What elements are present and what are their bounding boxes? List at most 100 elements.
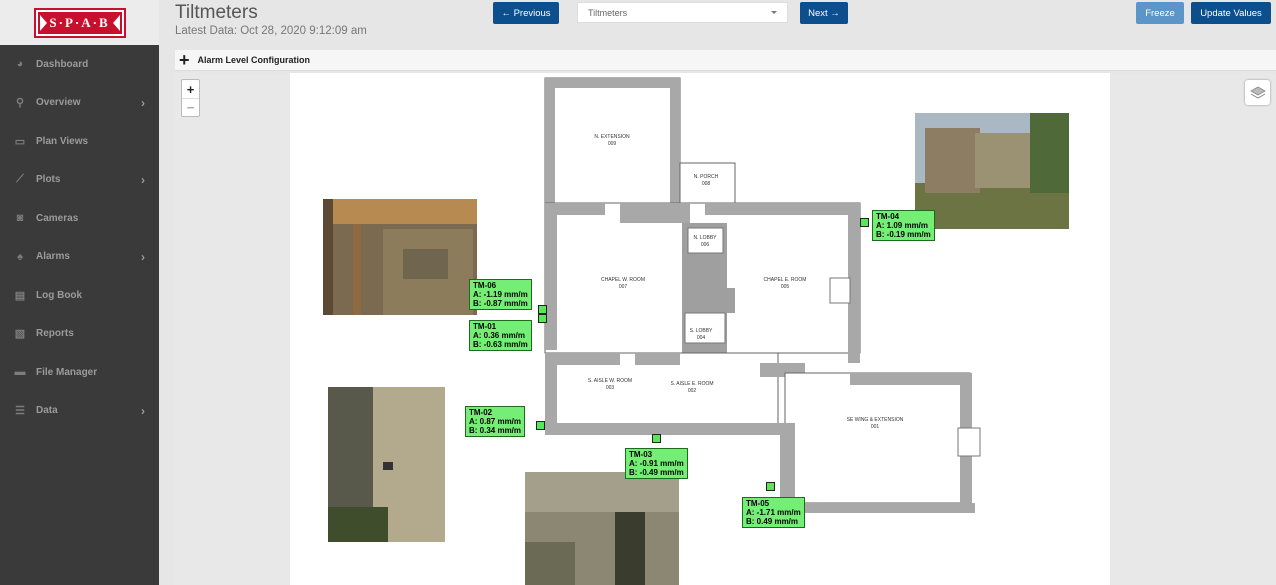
sensor-marker-tm-05[interactable] [766, 482, 775, 491]
sensor-id: TM-02 [469, 408, 493, 417]
sidebar-item-plan-views[interactable]: ▭ Plan Views [0, 122, 159, 161]
sidebar-item-data[interactable]: ☰ Data › [0, 392, 159, 431]
sidebar: S·P·A·B ◕ Dashboard ⚲ Overview › ▭ Plan … [0, 0, 159, 585]
overview-icon: ⚲ [15, 97, 25, 110]
zoom-in-button[interactable]: + [182, 80, 199, 98]
sensor-label-tm-04[interactable]: TM-04 A: 1.09 mm/m B: -0.19 mm/m [872, 210, 935, 241]
sensor-value-b: B: -0.19 mm/m [876, 230, 931, 239]
spab-logo[interactable]: S·P·A·B [33, 7, 126, 38]
sensor-value-a: A: -1.19 mm/m [473, 290, 528, 299]
layers-icon [1249, 86, 1266, 99]
bell-icon: ♠ [17, 250, 23, 263]
sidebar-item-label: Alarms [36, 251, 70, 263]
sidebar-item-label: Overview [36, 97, 81, 109]
next-button[interactable]: Next → [800, 2, 848, 24]
site-photo-image [915, 113, 1069, 229]
zoom-out-button[interactable]: − [182, 98, 199, 116]
layers-button[interactable] [1245, 80, 1270, 105]
sidebar-item-label: File Manager [36, 366, 98, 378]
sensor-label-tm-03[interactable]: TM-03 A: -0.91 mm/m B: -0.49 mm/m [625, 448, 688, 479]
room-label-chapel-e: CHAPEL E. ROOM [764, 277, 807, 283]
sensor-id: TM-04 [876, 212, 900, 221]
room-label-s-aisle-e: S. AISLE E. ROOM [670, 381, 713, 387]
sensor-value-b: B: -0.63 mm/m [473, 340, 528, 349]
room-number: 004 [697, 335, 706, 341]
sensor-id: TM-03 [629, 450, 653, 459]
database-icon: ☰ [15, 405, 25, 418]
sensor-marker-tm-01[interactable] [538, 314, 547, 323]
map-view[interactable]: N. EXTENSION 009 N. PORCH 008 N. LOBBY 0… [175, 73, 1276, 585]
site-photo-image [525, 472, 679, 585]
sensor-value-a: A: 0.36 mm/m [473, 331, 526, 340]
sidebar-item-label: Reports [36, 328, 74, 340]
site-photo-tm-04[interactable] [915, 113, 1069, 229]
update-values-button[interactable]: Update Values [1191, 2, 1271, 24]
room-number: 005 [781, 284, 790, 290]
sidebar-item-label: Log Book [36, 289, 83, 301]
sidebar-item-label: Plan Views [36, 135, 89, 147]
site-photo-tm-02[interactable] [328, 387, 445, 542]
sensor-marker-tm-04[interactable] [860, 218, 869, 227]
alarm-config-bar[interactable]: + Alarm Level Configuration [175, 50, 1276, 71]
site-photo-image [323, 199, 477, 315]
sensor-label-tm-02[interactable]: TM-02 A: 0.87 mm/m B: 0.34 mm/m [465, 406, 526, 437]
sidebar-item-file-manager[interactable]: ▬ File Manager [0, 353, 159, 392]
site-photo-image [328, 387, 445, 542]
zoom-control: + − [181, 79, 200, 117]
sensor-marker-tm-03[interactable] [652, 434, 661, 443]
sidebar-item-log-book[interactable]: ▤ Log Book [0, 276, 159, 315]
header: Tiltmeters Latest Data: Oct 28, 2020 9:1… [159, 0, 1276, 48]
room-number: 009 [608, 141, 617, 147]
sidebar-item-dashboard[interactable]: ◕ Dashboard [0, 45, 159, 84]
room-number: 002 [688, 388, 697, 394]
sensor-marker-tm-02[interactable] [536, 421, 545, 430]
sidebar-item-cameras[interactable]: ◙ Cameras [0, 199, 159, 238]
freeze-button[interactable]: Freeze [1136, 2, 1184, 24]
sidebar-item-reports[interactable]: ▧ Reports [0, 315, 159, 354]
view-select[interactable]: Tiltmeters [577, 2, 788, 23]
camera-icon: ◙ [16, 212, 24, 225]
site-photo-tm-06[interactable] [323, 199, 477, 315]
room-label-n-lobby: N. LOBBY [693, 235, 717, 241]
room-label-s-aisle-w: S. AISLE W. ROOM [588, 378, 632, 384]
dashboard-icon: ◕ [16, 58, 24, 71]
sensor-marker-tm-06[interactable] [538, 305, 547, 314]
sidebar-item-label: Cameras [36, 212, 79, 224]
room-number: 006 [701, 242, 710, 248]
reports-icon: ▧ [14, 328, 26, 341]
sensor-label-tm-01[interactable]: TM-01 A: 0.36 mm/m B: -0.63 mm/m [469, 320, 532, 351]
room-number: 003 [606, 385, 615, 391]
site-photo-tm-03[interactable] [525, 472, 679, 585]
plan-views-icon: ▭ [14, 135, 26, 148]
room-number: 007 [619, 284, 628, 290]
sensor-value-b: B: -0.87 mm/m [473, 299, 528, 308]
sensor-id: TM-06 [473, 281, 497, 290]
previous-button[interactable]: ← Previous [493, 2, 559, 24]
sensor-label-tm-06[interactable]: TM-06 A: -1.19 mm/m B: -0.87 mm/m [469, 279, 532, 310]
sidebar-item-label: Plots [36, 174, 61, 186]
logo-text: S·P·A·B [49, 14, 110, 30]
chevron-right-icon: › [141, 249, 145, 264]
sensor-label-tm-05[interactable]: TM-05 A: -1.71 mm/m B: 0.49 mm/m [742, 497, 805, 528]
sensor-value-a: A: -0.91 mm/m [629, 459, 684, 468]
sidebar-item-plots[interactable]: ⟋ Plots › [0, 161, 159, 200]
room-label-n-extension: N. EXTENSION [594, 134, 630, 140]
room-number: 008 [702, 181, 711, 187]
sidebar-item-label: Data [36, 405, 58, 417]
sidebar-item-alarms[interactable]: ♠ Alarms › [0, 238, 159, 277]
page-title: Tiltmeters [175, 2, 258, 23]
sidebar-item-overview[interactable]: ⚲ Overview › [0, 84, 159, 123]
latest-data-timestamp: Latest Data: Oct 28, 2020 9:12:09 am [175, 25, 367, 37]
chevron-right-icon: › [141, 403, 145, 418]
caret-down-icon [771, 11, 777, 14]
sensor-value-b: B: 0.49 mm/m [746, 517, 799, 526]
room-label-s-lobby: S. LOBBY [690, 328, 713, 334]
room-label-chapel-w: CHAPEL W. ROOM [601, 277, 645, 283]
sensor-value-b: B: -0.49 mm/m [629, 468, 684, 477]
chevron-right-icon: › [141, 95, 145, 110]
sensor-value-a: A: 1.09 mm/m [876, 221, 929, 230]
expand-plus-icon[interactable]: + [179, 51, 190, 69]
chevron-right-icon: › [141, 172, 145, 187]
sensor-value-b: B: 0.34 mm/m [469, 426, 522, 435]
sensor-value-a: A: 0.87 mm/m [469, 417, 522, 426]
